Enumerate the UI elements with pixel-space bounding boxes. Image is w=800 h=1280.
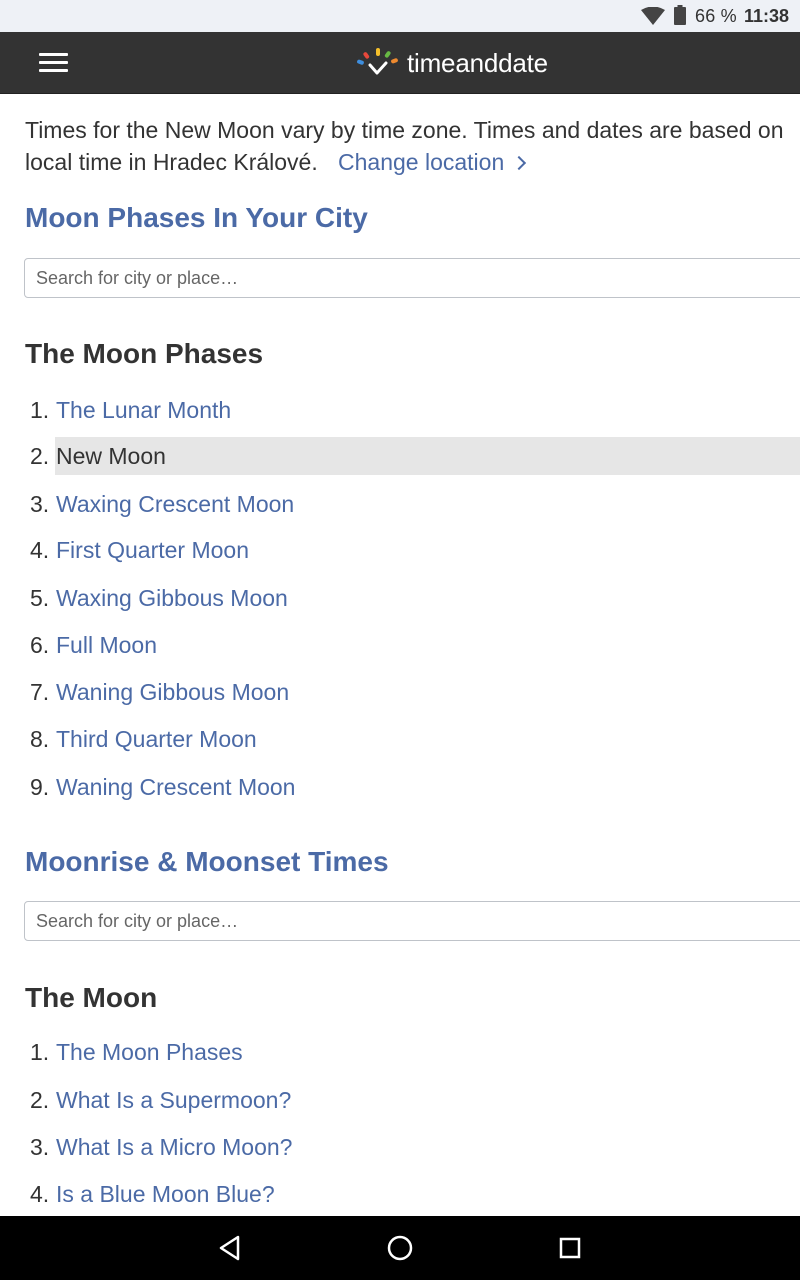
navigation-bar (0, 1216, 800, 1280)
back-icon[interactable] (212, 1230, 248, 1266)
list-item: 3. What Is a Micro Moon? (0, 1128, 800, 1166)
list-item: 6. Full Moon (0, 626, 800, 664)
moonrise-search-input[interactable] (25, 902, 800, 940)
list-number: 7. (30, 679, 50, 705)
list-item: 2. What Is a Supermoon? (0, 1081, 800, 1119)
list-number: 2. (30, 443, 50, 469)
list-item: 1. The Moon Phases (0, 1033, 800, 1071)
list-item: 4. Is a Blue Moon Blue? (0, 1175, 800, 1213)
page-content: Times for the New Moon vary by time zone… (0, 94, 800, 1216)
recents-icon[interactable] (552, 1230, 588, 1266)
moon-phases-search-input[interactable] (25, 259, 800, 297)
phase-link-waxing-gibbous[interactable]: Waxing Gibbous Moon (56, 579, 288, 617)
logo-mark-icon (357, 48, 398, 75)
phase-link-lunar-month[interactable]: The Lunar Month (56, 391, 231, 429)
current-phase-label: New Moon (56, 443, 166, 469)
status-bar: 66 % 11:38 (0, 0, 800, 32)
list-number: 4. (30, 537, 50, 563)
list-number: 9. (30, 774, 50, 800)
logo-text: timeanddate (407, 47, 548, 78)
menu-button[interactable] (33, 46, 77, 80)
clock: 11:38 (744, 6, 790, 26)
phase-link-waxing-crescent[interactable]: Waxing Crescent Moon (56, 485, 294, 523)
list-number: 2. (30, 1087, 50, 1113)
list-item: 5. Waxing Gibbous Moon (0, 579, 800, 617)
list-number: 6. (30, 632, 50, 658)
list-item: 4. First Quarter Moon (0, 531, 800, 569)
change-location-link[interactable]: Change location (338, 146, 527, 178)
list-item: 9. Waning Crescent Moon (0, 768, 800, 806)
list-number: 1. (30, 1039, 50, 1065)
list-number: 1. (30, 397, 50, 423)
moon-link-supermoon[interactable]: What Is a Supermoon? (56, 1081, 291, 1119)
app-bar: timeanddate (0, 32, 800, 94)
change-location-label: Change location (338, 149, 505, 175)
moon-link-blue-moon[interactable]: Is a Blue Moon Blue? (56, 1175, 275, 1213)
moonrise-heading[interactable]: Moonrise & Moonset Times (25, 846, 389, 878)
phase-link-waning-gibbous[interactable]: Waning Gibbous Moon (56, 673, 289, 711)
list-item: 8. Third Quarter Moon (0, 720, 800, 758)
moon-phases-city-heading[interactable]: Moon Phases In Your City (25, 202, 368, 234)
list-number: 4. (30, 1181, 50, 1207)
the-moon-title: The Moon (25, 982, 158, 1013)
moon-phases-search-box[interactable] (24, 258, 800, 298)
list-item: 3. Waxing Crescent Moon (0, 485, 800, 523)
list-number: 3. (30, 1134, 50, 1160)
battery-percentage: 66 % (695, 6, 737, 26)
moon-phases-title: The Moon Phases (25, 338, 264, 369)
list-item: 1. The Lunar Month (0, 391, 800, 429)
phase-link-full-moon[interactable]: Full Moon (56, 626, 157, 664)
phase-link-third-quarter[interactable]: Third Quarter Moon (56, 720, 257, 758)
moon-link-micro-moon[interactable]: What Is a Micro Moon? (56, 1128, 292, 1166)
home-icon[interactable] (382, 1230, 418, 1266)
list-item: 7. Waning Gibbous Moon (0, 673, 800, 711)
list-number: 5. (30, 585, 50, 611)
phase-link-waning-crescent[interactable]: Waning Crescent Moon (56, 768, 295, 806)
list-number: 8. (30, 726, 50, 752)
logo[interactable]: timeanddate (355, 46, 548, 80)
moonrise-search-box[interactable] (24, 901, 800, 941)
menu-icon (39, 53, 68, 56)
chevron-right-icon (512, 155, 527, 171)
battery-icon (674, 5, 686, 25)
list-item: 2. New Moon (0, 437, 800, 475)
current-phase-highlight: New Moon (55, 437, 800, 475)
list-number: 3. (30, 491, 50, 517)
wifi-icon (641, 7, 665, 25)
phase-link-first-quarter[interactable]: First Quarter Moon (56, 531, 249, 569)
moon-link-phases[interactable]: The Moon Phases (56, 1033, 243, 1071)
